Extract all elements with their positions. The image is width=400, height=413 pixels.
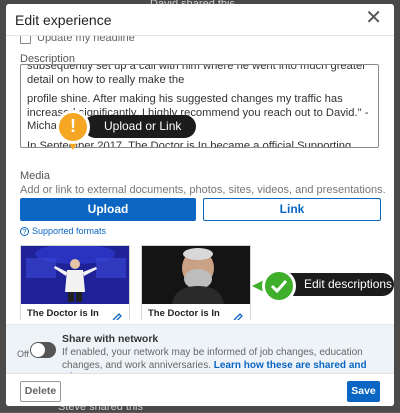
update-headline-label: Update my headline bbox=[37, 36, 135, 44]
update-headline-checkbox[interactable] bbox=[20, 36, 31, 44]
save-button[interactable]: Save bbox=[347, 381, 380, 402]
media-hint: Add or link to external documents, photo… bbox=[20, 184, 386, 196]
portrait-image bbox=[142, 246, 250, 304]
checkmark-glyph bbox=[270, 279, 288, 294]
checkmark-icon bbox=[262, 269, 296, 303]
modal-title: Edit experience bbox=[15, 12, 112, 28]
media-card-title: The Doctor is In for Scottish EDGE... bbox=[27, 308, 99, 320]
media-card[interactable]: The Doctor is In to make you visible... bbox=[141, 245, 251, 320]
link-button[interactable]: Link bbox=[203, 198, 381, 221]
media-label: Media bbox=[20, 170, 50, 182]
supported-formats-label: Supported formats bbox=[32, 226, 107, 236]
question-icon: ? bbox=[20, 226, 29, 236]
upload-or-link-tooltip: Upload or Link bbox=[84, 115, 196, 138]
media-thumbnail bbox=[142, 246, 250, 304]
pencil-icon[interactable] bbox=[111, 312, 123, 320]
share-with-network-section: Off Share with network If enabled, your … bbox=[6, 324, 394, 383]
update-headline-row[interactable]: Update my headline bbox=[20, 36, 135, 44]
modal-header: Edit experience ✕ bbox=[6, 4, 394, 36]
toggle-off-label: Off bbox=[17, 349, 29, 359]
close-icon[interactable]: ✕ bbox=[365, 8, 382, 28]
exclamation-icon: ! bbox=[56, 110, 90, 144]
media-card[interactable]: The Doctor is In for Scottish EDGE... bbox=[20, 245, 130, 320]
upload-button[interactable]: Upload bbox=[20, 198, 196, 221]
description-partial-line: subsequently set up a call with him wher… bbox=[27, 64, 366, 86]
speaker-on-stage-image bbox=[21, 246, 129, 304]
share-toggle[interactable] bbox=[30, 342, 56, 358]
edit-experience-modal: Edit experience ✕ Update my headline Des… bbox=[6, 4, 394, 406]
supported-formats-link[interactable]: ? Supported formats bbox=[20, 226, 106, 236]
modal-body: Update my headline Description subsequen… bbox=[6, 36, 394, 320]
toggle-knob bbox=[31, 343, 45, 357]
delete-button[interactable]: Delete bbox=[20, 381, 61, 402]
media-card-title: The Doctor is In to make you visible... bbox=[148, 308, 220, 320]
modal-footer: Delete Save bbox=[6, 373, 394, 406]
pencil-icon[interactable] bbox=[232, 312, 244, 320]
share-title: Share with network bbox=[62, 333, 159, 345]
media-thumbnail bbox=[21, 246, 129, 304]
